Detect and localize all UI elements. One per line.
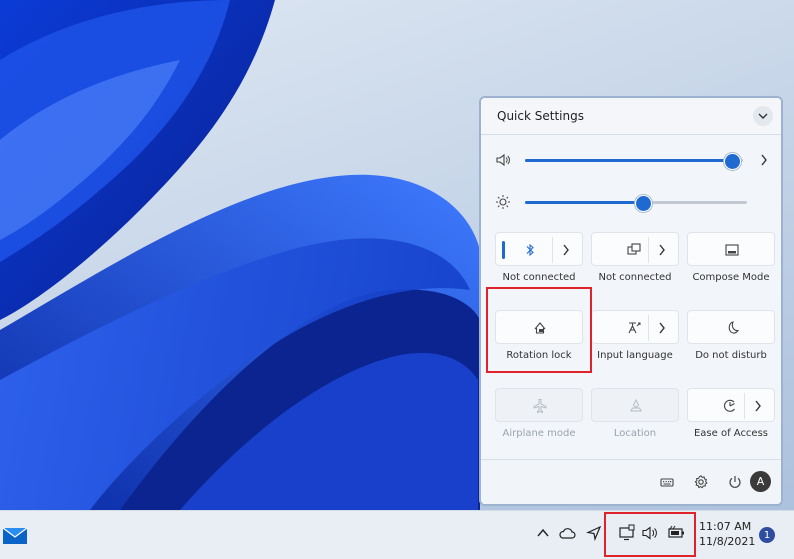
ease-of-access-tile[interactable]: [687, 388, 775, 422]
tile-divider: [648, 315, 649, 341]
volume-slider-row: [495, 148, 771, 172]
volume-icon[interactable]: [641, 525, 661, 541]
ease-of-access-label: Ease of Access: [693, 428, 769, 439]
tile-divider: [552, 237, 553, 263]
user-avatar[interactable]: A: [750, 471, 771, 492]
project-label: Not connected: [598, 272, 672, 283]
moon-icon: [728, 321, 740, 334]
mail-icon[interactable]: [2, 525, 28, 545]
brightness-icon: [496, 195, 510, 209]
volume-thumb[interactable]: [724, 153, 741, 170]
compose-mode-label: Compose Mode: [692, 272, 770, 283]
tile-divider: [744, 393, 745, 419]
compose-icon: [725, 244, 739, 256]
brightness-fill: [525, 201, 643, 204]
power-icon[interactable]: [727, 474, 743, 490]
volume-fill: [525, 159, 732, 162]
active-indicator: [502, 241, 505, 259]
do-not-disturb-label: Do not disturb: [695, 350, 767, 361]
chevron-right-icon[interactable]: [754, 400, 762, 412]
network-icon[interactable]: [618, 524, 636, 542]
project-tile[interactable]: [591, 232, 679, 266]
chevron-right-icon[interactable]: [562, 244, 570, 256]
chevron-up-icon[interactable]: [537, 528, 549, 538]
brightness-thumb[interactable]: [635, 195, 652, 212]
chevron-right-icon: [761, 154, 767, 166]
chevron-down-icon: [758, 113, 768, 119]
notification-count: 1: [763, 529, 771, 541]
chevron-right-icon[interactable]: [658, 244, 666, 256]
airplane-mode-tile[interactable]: [495, 388, 583, 422]
bluetooth-label: Not connected: [502, 272, 576, 283]
volume-track[interactable]: [525, 153, 743, 170]
do-not-disturb-tile[interactable]: [687, 310, 775, 344]
project-icon: [627, 243, 641, 255]
audio-output-chevron[interactable]: [757, 152, 771, 168]
input-language-icon: [628, 322, 641, 334]
quick-settings-title: Quick Settings: [497, 109, 584, 123]
location-icon: [630, 398, 642, 412]
avatar-initial: A: [756, 475, 765, 488]
notification-badge[interactable]: 1: [759, 527, 775, 543]
speaker-icon[interactable]: [495, 152, 511, 168]
cloud-icon[interactable]: [558, 526, 576, 540]
input-language-tile[interactable]: [591, 310, 679, 344]
accessibility-icon: [723, 399, 735, 412]
location-tile[interactable]: [591, 388, 679, 422]
airplane-mode-label: Airplane mode: [502, 428, 576, 439]
taskbar: 11:07 AM 11/8/2021 1: [0, 510, 794, 559]
chevron-right-icon[interactable]: [658, 322, 666, 334]
airplane-icon: [533, 399, 547, 414]
compose-mode-tile[interactable]: [687, 232, 775, 266]
brightness-slider-row: [495, 190, 771, 214]
gear-icon[interactable]: [693, 474, 709, 490]
location-label: Location: [613, 428, 657, 439]
clock-date: 11/8/2021: [699, 535, 756, 548]
clock-time: 11:07 AM: [699, 520, 752, 533]
bluetooth-icon: [526, 243, 534, 257]
bluetooth-tile[interactable]: [495, 232, 583, 266]
battery-charging-icon[interactable]: [666, 525, 686, 541]
location-arrow-icon[interactable]: [586, 525, 602, 541]
keyboard-icon[interactable]: [659, 474, 675, 490]
quick-settings-footer: A: [481, 459, 781, 504]
input-language-label: Input language: [597, 350, 673, 361]
brightness-track[interactable]: [525, 195, 747, 212]
rotation-lock-highlight: [486, 287, 592, 373]
collapse-button[interactable]: [753, 106, 773, 126]
tile-divider: [648, 237, 649, 263]
taskbar-clock[interactable]: 11:07 AM 11/8/2021: [699, 519, 755, 549]
quick-settings-header: Quick Settings: [481, 98, 781, 135]
